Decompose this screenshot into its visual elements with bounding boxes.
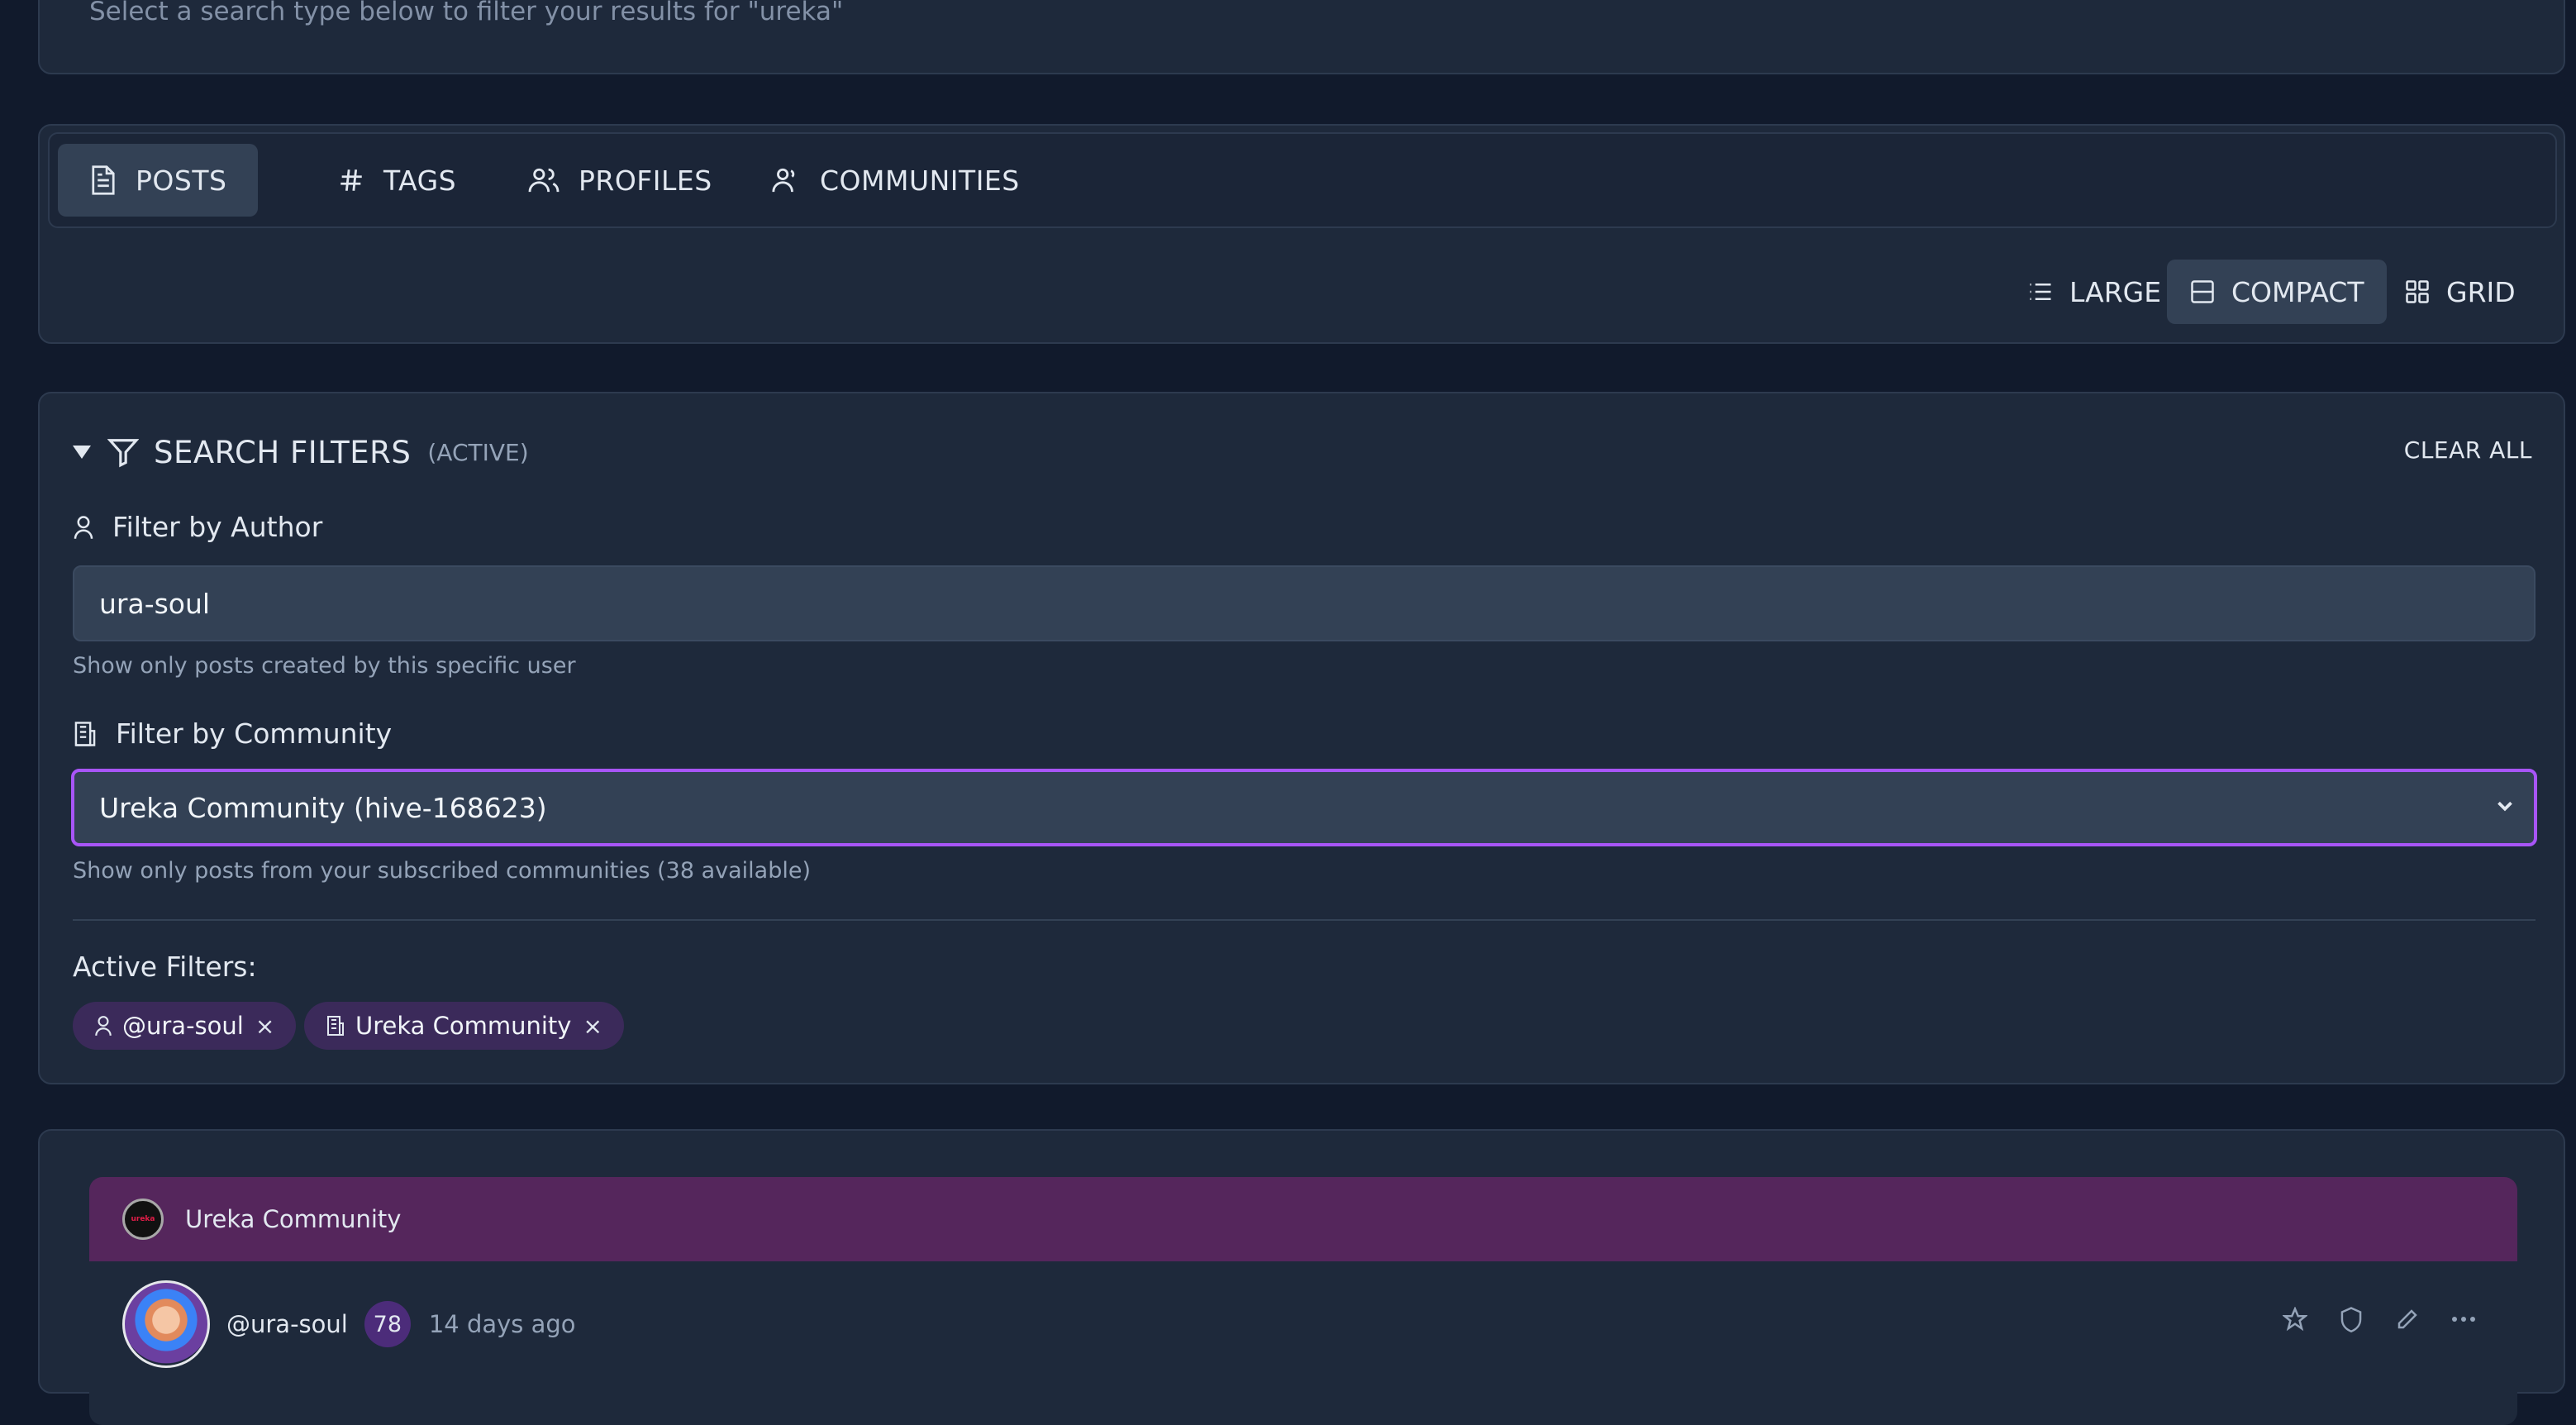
community-filter-chip[interactable]: Ureka Community × — [304, 1002, 624, 1050]
view-grid-label: GRID — [2446, 275, 2516, 308]
tab-profiles[interactable]: PROFILES — [496, 144, 744, 217]
community-building-icon — [327, 1016, 344, 1036]
author-filter-help: Show only posts created by this specific… — [73, 653, 576, 679]
community-building-icon — [74, 721, 96, 746]
tab-tags-label: TAGS — [383, 164, 457, 197]
view-compact-button[interactable]: COMPACT — [2167, 260, 2388, 324]
post-community-header[interactable]: ureka Ureka Community — [89, 1177, 2517, 1261]
user-icon — [74, 515, 93, 539]
shield-icon[interactable] — [2339, 1306, 2364, 1332]
author-filter-chip[interactable]: @ura-soul × — [73, 1002, 297, 1050]
community-filter-help: Show only posts from your subscribed com… — [73, 858, 812, 884]
clear-all-button[interactable]: CLEAR ALL — [2404, 436, 2532, 464]
author-avatar[interactable] — [122, 1280, 210, 1368]
tab-posts-label: POSTS — [136, 164, 227, 197]
filters-divider — [73, 919, 2536, 921]
community-avatar: ureka — [122, 1199, 164, 1240]
user-icon — [95, 1016, 112, 1037]
post-author-row: @ura-soul 78 14 days ago — [122, 1280, 576, 1368]
results-card: ureka Ureka Community @ura-soul 78 14 da… — [38, 1129, 2565, 1425]
author-filter-label: Filter by Author — [73, 511, 322, 543]
active-filters-label: Active Filters: — [73, 951, 257, 983]
caret-down-icon — [73, 446, 91, 459]
tab-communities-label: COMMUNITIES — [820, 164, 1020, 197]
tab-profiles-label: PROFILES — [579, 164, 712, 197]
view-large-button[interactable]: LARGE — [2005, 260, 2184, 324]
star-icon[interactable] — [2283, 1307, 2307, 1332]
more-icon[interactable] — [2451, 1315, 2476, 1323]
author-filter-label-text: Filter by Author — [112, 511, 323, 543]
post-community-name[interactable]: Ureka Community — [185, 1205, 401, 1233]
tab-communities[interactable]: COMMUNITIES — [737, 144, 1051, 217]
community-filter-label-text: Filter by Community — [116, 717, 393, 750]
community-avatar-text: ureka — [131, 1215, 155, 1223]
post-author-name[interactable]: @ura-soul — [226, 1310, 348, 1338]
tab-tags[interactable]: TAGS — [306, 144, 488, 217]
search-type-card: POSTS TAGS PROFILES COMMUNITIES LARGE CO… — [38, 124, 2565, 344]
filters-toggle[interactable]: SEARCH FILTERS (ACTIVE) — [73, 431, 529, 473]
edit-icon[interactable] — [2395, 1307, 2420, 1332]
view-grid-button[interactable]: GRID — [2382, 260, 2539, 324]
view-large-label: LARGE — [2069, 275, 2162, 308]
community-filter-selected: Ureka Community (hive-168623) — [99, 791, 547, 824]
community-filter-label: Filter by Community — [73, 717, 392, 750]
post-actions — [2283, 1306, 2476, 1332]
search-hint-card: Select a search type below to filter you… — [38, 0, 2565, 74]
compact-icon — [2191, 280, 2214, 303]
users-icon — [528, 168, 559, 193]
remove-author-chip-button[interactable]: × — [255, 1013, 274, 1040]
filters-status: (ACTIVE) — [427, 438, 529, 466]
author-chip-label: @ura-soul — [122, 1012, 244, 1040]
tab-posts[interactable]: POSTS — [58, 144, 259, 217]
post-time: 14 days ago — [428, 1310, 576, 1338]
search-type-tabs: POSTS TAGS PROFILES COMMUNITIES — [48, 132, 2557, 228]
reputation-badge: 78 — [364, 1301, 411, 1347]
community-chip-label: Ureka Community — [355, 1012, 572, 1040]
list-icon — [2030, 284, 2051, 300]
community-filter-select[interactable]: Ureka Community (hive-168623) — [71, 769, 2537, 846]
search-hint: Select a search type below to filter you… — [89, 0, 844, 26]
filter-icon — [107, 439, 139, 468]
remove-community-chip-button[interactable]: × — [583, 1013, 602, 1040]
author-filter-input[interactable] — [73, 565, 2536, 641]
hash-icon — [340, 169, 362, 191]
view-compact-label: COMPACT — [2231, 275, 2364, 308]
chevron-down-icon — [2497, 801, 2512, 812]
search-filters-card: SEARCH FILTERS (ACTIVE) CLEAR ALL Filter… — [38, 392, 2565, 1084]
grid-icon — [2406, 280, 2429, 303]
community-icon — [772, 168, 795, 193]
filters-title: SEARCH FILTERS — [154, 434, 412, 470]
post-card[interactable]: ureka Ureka Community @ura-soul 78 14 da… — [89, 1177, 2517, 1425]
document-icon — [92, 165, 115, 195]
